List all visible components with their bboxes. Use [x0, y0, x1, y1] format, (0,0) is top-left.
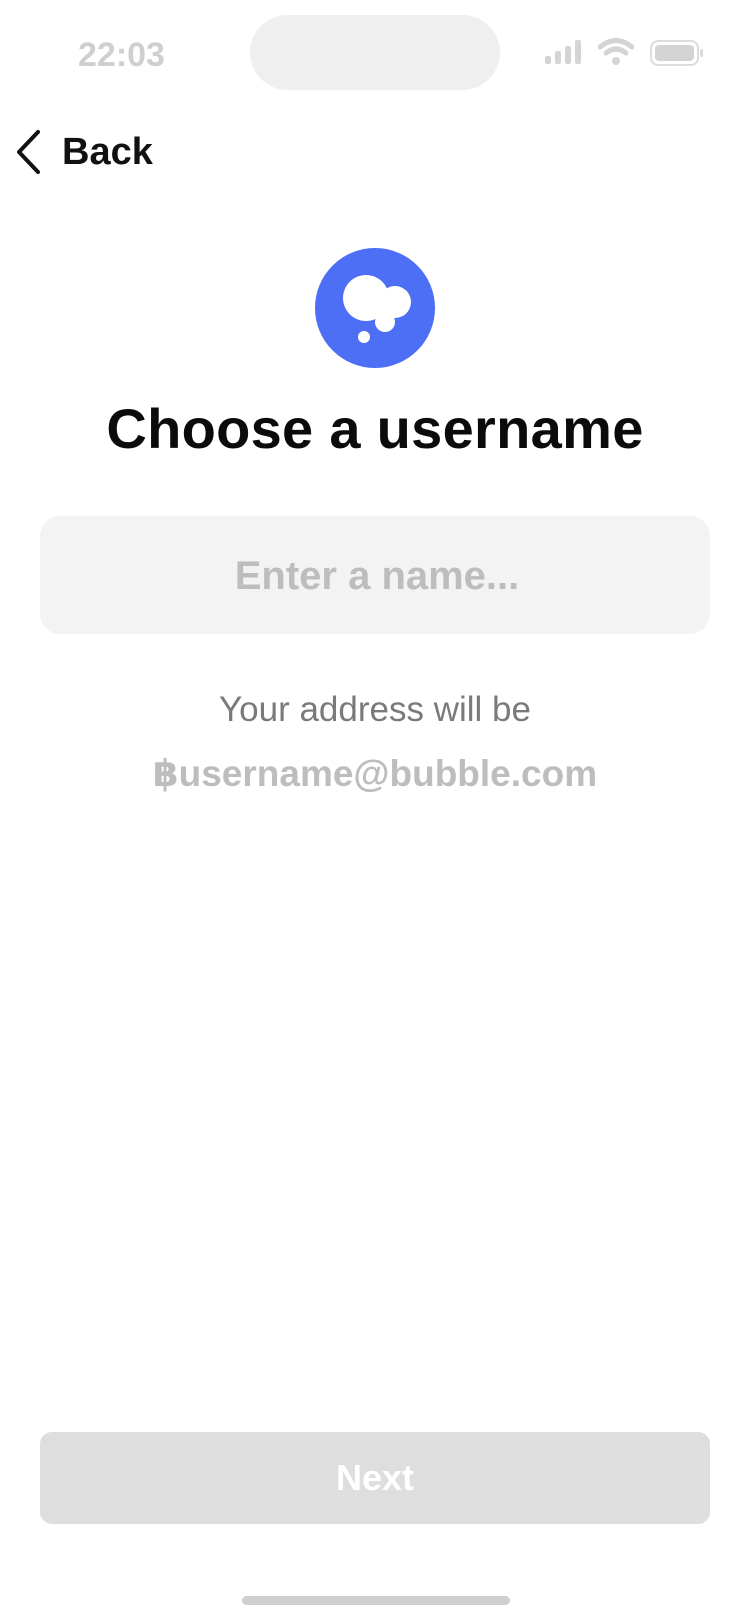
wifi-icon	[598, 38, 634, 65]
page-title: Choose a username	[106, 397, 644, 460]
chevron-left-icon	[17, 130, 40, 174]
back-label: Back	[62, 130, 153, 173]
status-time: 22:03	[78, 36, 165, 74]
battery-icon	[650, 40, 703, 66]
status-bar: 22:03	[0, 0, 750, 100]
next-button[interactable]: Next	[40, 1432, 710, 1524]
cellular-signal-icon	[545, 40, 581, 64]
username-field[interactable]	[40, 516, 714, 636]
back-button[interactable]: Back	[14, 128, 153, 176]
address-hint-label: Your address will be	[219, 690, 531, 729]
address-preview: ฿username@bubble.com	[152, 753, 598, 794]
thought-bubble-icon	[315, 248, 435, 368]
username-input[interactable]	[40, 516, 714, 636]
dynamic-island	[250, 15, 500, 90]
home-indicator	[242, 1596, 510, 1605]
